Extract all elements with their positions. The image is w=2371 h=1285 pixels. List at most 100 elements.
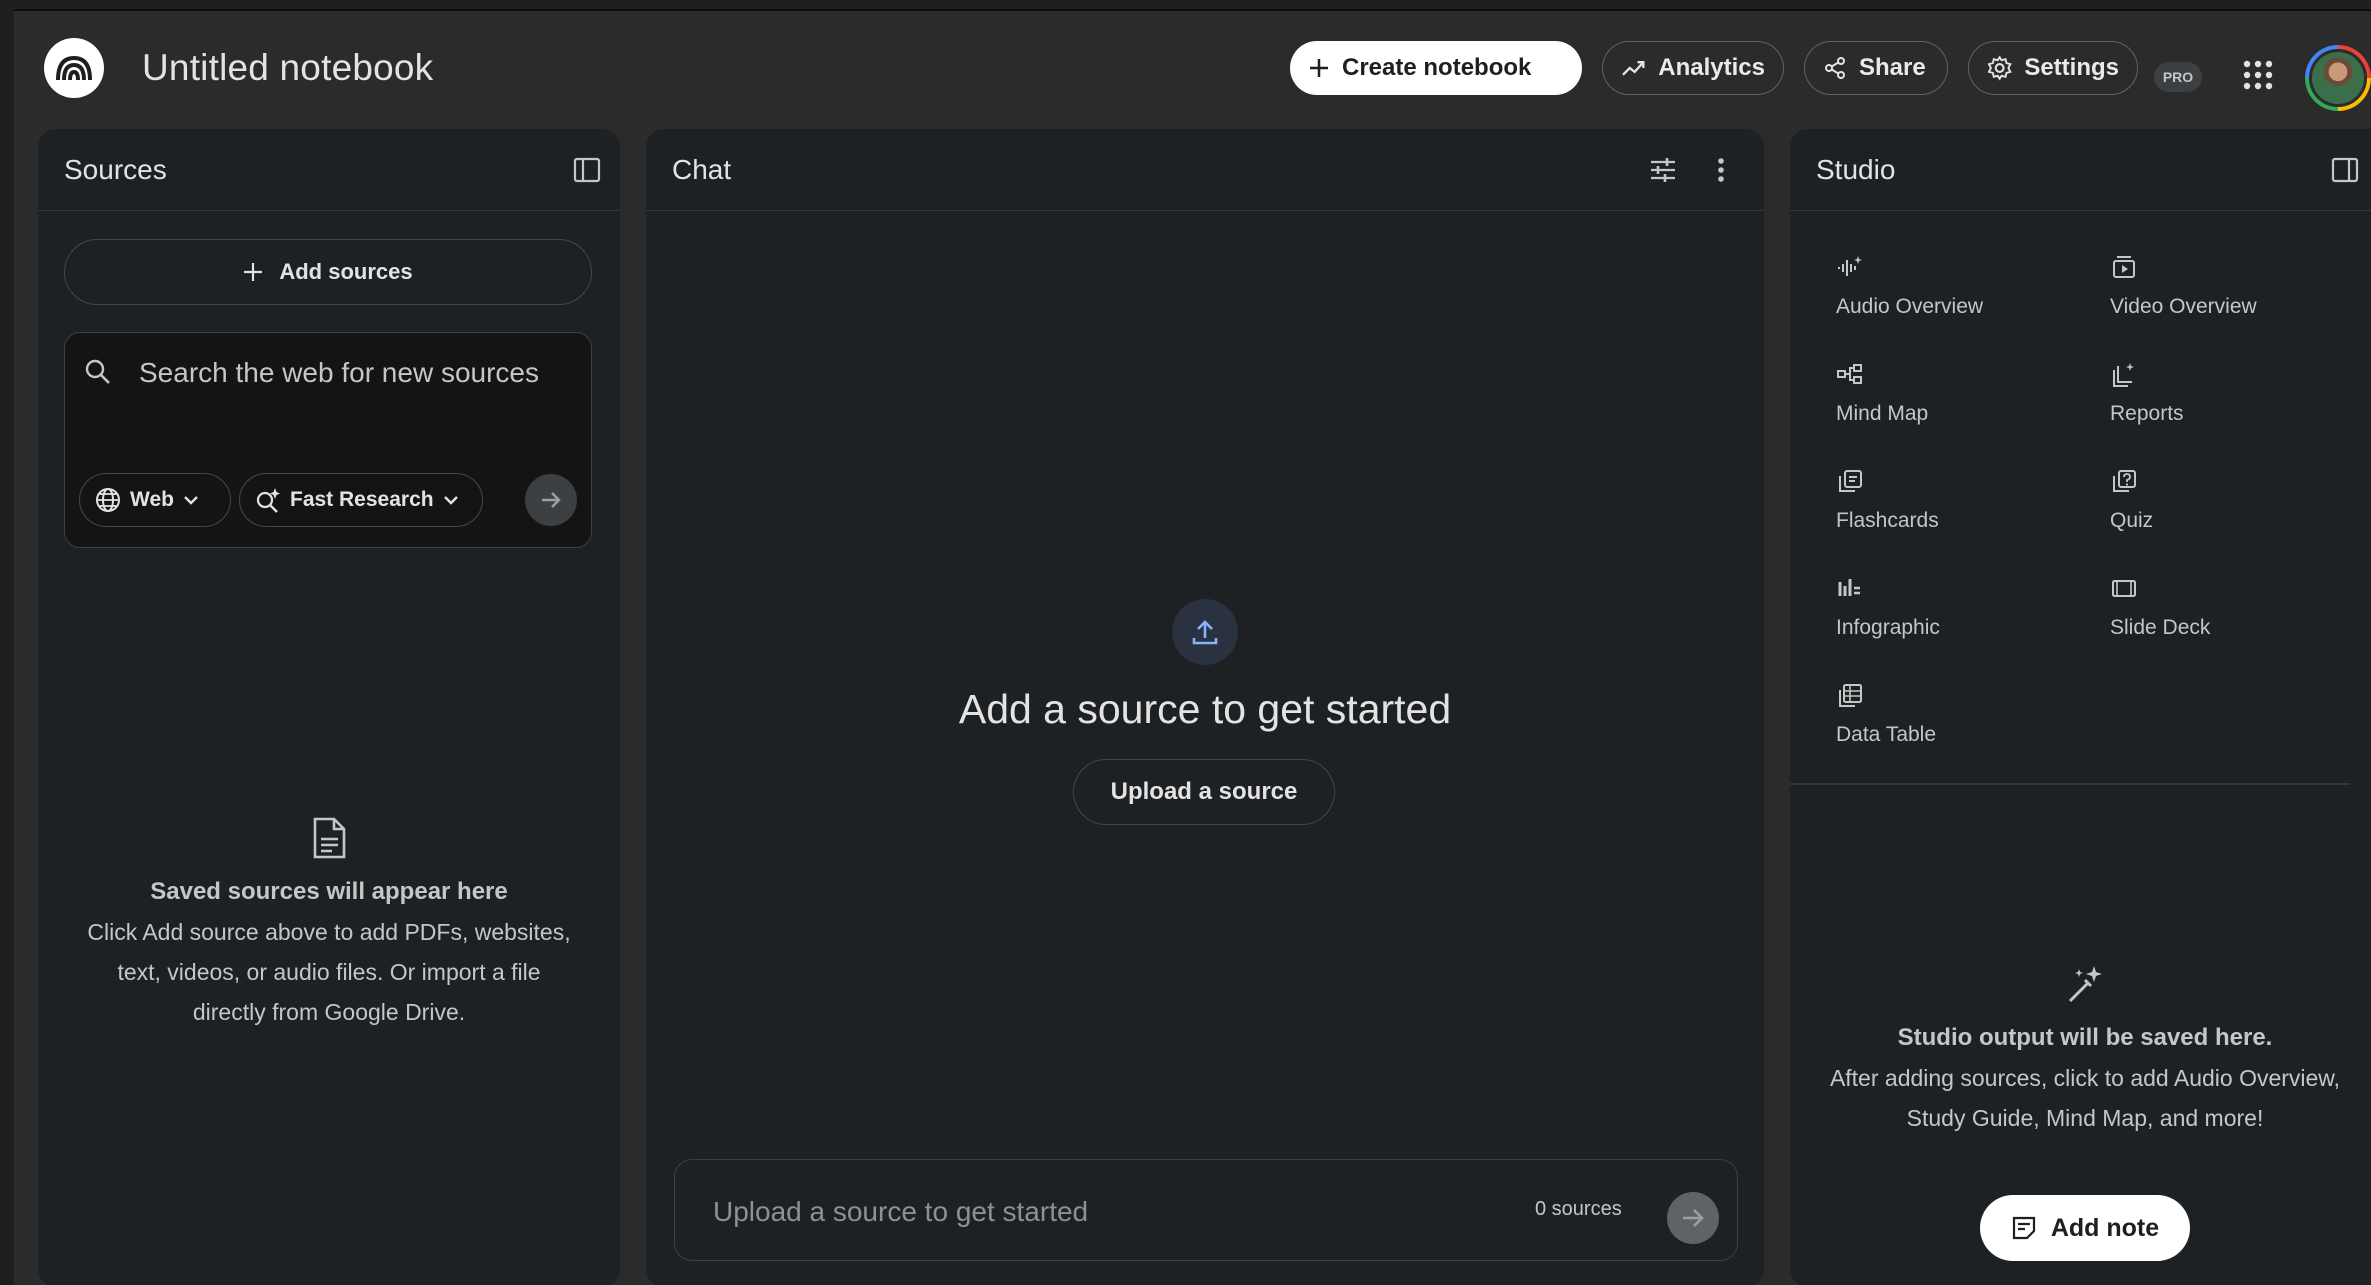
search-submit-button[interactable]: [525, 474, 577, 526]
upload-icon: [1192, 620, 1218, 645]
create-notebook-button[interactable]: Create notebook: [1290, 41, 1582, 95]
studio-empty-state: Studio output will be saved here. After …: [1790, 963, 2371, 1138]
studio-tile-label: Reports: [2110, 402, 2184, 425]
studio-empty-title: Studio output will be saved here.: [1897, 1024, 2273, 1051]
note-icon: [2012, 1216, 2035, 1240]
web-source-dropdown[interactable]: Web: [79, 473, 231, 527]
sources-title: Sources: [64, 153, 167, 185]
upload-illustration: [1172, 599, 1238, 665]
fast-research-dropdown[interactable]: Fast Research: [239, 473, 483, 527]
globe-icon: [96, 488, 120, 512]
chat-empty-headline: Add a source to get started: [958, 686, 1452, 732]
studio-tile-flashcards[interactable]: Flashcards: [1836, 467, 2096, 557]
analytics-label: Analytics: [1658, 54, 1765, 81]
sources-panel: Sources Add sources Search the web for n…: [38, 129, 620, 1285]
add-note-label: Add note: [2050, 1213, 2160, 1242]
studio-tile-label: Infographic: [1836, 616, 1940, 639]
studio-tile-label: Slide Deck: [2110, 616, 2211, 639]
data-table-icon: [1839, 684, 1862, 707]
studio-tile-data-table[interactable]: Data Table: [1836, 681, 2096, 771]
studio-tile-label: Data Table: [1836, 723, 1937, 746]
flashcards-icon: [1839, 470, 1862, 492]
apps-grid-icon[interactable]: [2242, 59, 2274, 91]
gear-icon: [1987, 55, 2012, 81]
chat-header: Chat: [646, 129, 1764, 211]
chat-settings-tune-icon[interactable]: [1648, 155, 1678, 185]
slide-deck-icon: [2112, 580, 2136, 597]
mind-map-icon: [1837, 364, 1862, 384]
chat-panel: Chat Add a source to get started Upload …: [646, 129, 1764, 1285]
settings-button[interactable]: Settings: [1968, 41, 2138, 95]
studio-panel: Studio Audio Overview Video Overview Min…: [1790, 129, 2371, 1285]
chevron-down-icon: [443, 496, 458, 505]
web-chip-label: Web: [130, 488, 174, 511]
studio-empty-line: After adding sources, click to add Audio…: [1829, 1065, 2341, 1091]
app-window: Untitled notebook Create notebook Analyt…: [14, 9, 2371, 1285]
studio-empty-line: Study Guide, Mind Map, and more!: [1906, 1105, 2264, 1131]
arrow-right-icon: [542, 492, 561, 508]
fast-research-label: Fast Research: [290, 488, 434, 511]
add-sources-label: Add sources: [279, 259, 413, 284]
plus-icon: [1310, 59, 1328, 77]
share-button[interactable]: Share: [1804, 41, 1948, 95]
notebooklm-logo[interactable]: [44, 38, 104, 98]
studio-empty-description: After adding sources, click to add Audio…: [1790, 1058, 2371, 1138]
studio-tile-label: Mind Map: [1836, 402, 1929, 425]
upload-source-button[interactable]: Upload a source: [1073, 759, 1335, 825]
sources-empty-description: Click Add source above to add PDFs, webs…: [38, 912, 620, 1032]
studio-tile-video-overview[interactable]: Video Overview: [2110, 253, 2370, 343]
studio-tile-label: Audio Overview: [1836, 295, 1984, 318]
settings-label: Settings: [2024, 54, 2119, 81]
web-search-input[interactable]: Search the web for new sources: [139, 357, 539, 389]
studio-tile-infographic[interactable]: Infographic: [1836, 574, 2096, 664]
logo-icon: [56, 55, 92, 81]
plus-icon: [244, 263, 263, 281]
sources-header: Sources: [38, 129, 620, 211]
studio-tile-quiz[interactable]: Quiz: [2110, 467, 2370, 557]
document-icon: [313, 817, 346, 859]
arrow-right-icon: [1683, 1209, 1704, 1227]
share-label: Share: [1859, 54, 1926, 81]
studio-tile-label: Video Overview: [2110, 295, 2257, 318]
pro-badge: PRO: [2154, 62, 2202, 92]
video-icon: [2113, 256, 2135, 278]
top-bar: Untitled notebook Create notebook Analyt…: [14, 11, 2371, 126]
studio-tile-slide-deck[interactable]: Slide Deck: [2110, 574, 2370, 664]
notebook-title[interactable]: Untitled notebook: [142, 47, 433, 89]
analytics-button[interactable]: Analytics: [1602, 41, 1784, 95]
audio-wave-icon: [1838, 256, 1862, 276]
upload-source-label: Upload a source: [1110, 778, 1298, 805]
research-spark-icon: [256, 488, 280, 513]
sources-empty-title: Saved sources will appear here: [150, 878, 508, 905]
sources-empty-line: directly from Google Drive.: [192, 999, 466, 1025]
magic-wand-icon: [2068, 966, 2102, 1003]
sources-empty-line: text, videos, or audio files. Or import …: [117, 959, 541, 985]
studio-header: Studio: [1790, 129, 2371, 211]
chat-input-box[interactable]: Upload a source to get started 0 sources: [674, 1159, 1738, 1261]
reports-icon: [2113, 363, 2134, 387]
add-note-button[interactable]: Add note: [1980, 1195, 2190, 1261]
sources-empty-line: Click Add source above to add PDFs, webs…: [87, 919, 571, 945]
chat-input-field[interactable]: Upload a source to get started: [713, 1196, 1088, 1228]
studio-tile-label: Quiz: [2110, 509, 2154, 532]
add-sources-button[interactable]: Add sources: [64, 239, 592, 305]
web-search-box: Search the web for new sources Web Fast …: [64, 332, 592, 548]
studio-tile-audio-overview[interactable]: Audio Overview: [1836, 253, 2096, 343]
studio-title: Studio: [1816, 153, 1896, 185]
send-button[interactable]: [1667, 1192, 1719, 1244]
avatar-photo: [2309, 49, 2367, 107]
share-icon: [1825, 57, 1845, 79]
sources-empty-state: Saved sources will appear here Click Add…: [38, 817, 620, 1032]
studio-tile-reports[interactable]: Reports: [2110, 360, 2370, 450]
studio-divider: [1790, 783, 2350, 785]
create-notebook-label: Create notebook: [1342, 54, 1532, 81]
collapse-panel-icon[interactable]: [2330, 155, 2360, 185]
source-count: 0 sources: [1535, 1198, 1622, 1220]
more-vert-icon[interactable]: [1714, 155, 1728, 185]
studio-tile-mind-map[interactable]: Mind Map: [1836, 360, 2096, 450]
chevron-down-icon: [184, 496, 198, 505]
search-icon: [85, 359, 110, 384]
user-avatar[interactable]: [2305, 45, 2371, 111]
collapse-panel-icon[interactable]: [572, 155, 602, 185]
studio-tile-label: Flashcards: [1836, 509, 1939, 532]
